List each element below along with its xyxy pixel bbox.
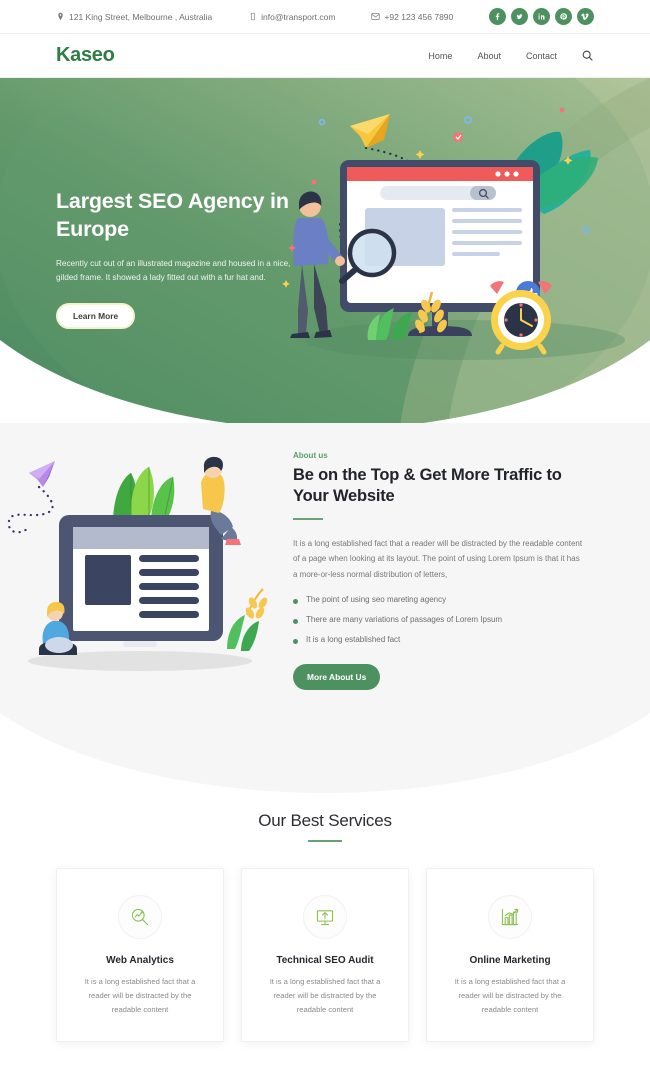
site-header: Kaseo Home About Contact xyxy=(0,34,650,78)
bar-chart-growth-icon xyxy=(488,895,532,939)
hero-title: Largest SEO Agency in Europe xyxy=(56,189,289,241)
about-inner: About us Be on the Top & Get More Traffi… xyxy=(0,423,650,690)
hero-paragraph: Recently cut out of an illustrated magaz… xyxy=(56,259,291,283)
list-item: It is a long established fact xyxy=(293,635,583,644)
top-info-bar: 121 King Street, Melbourne , Australia i… xyxy=(0,0,650,34)
email-text: info@transport.com xyxy=(261,11,336,22)
about-bullet-list: The point of using seo mareting agency T… xyxy=(293,595,583,644)
social-facebook-icon[interactable] xyxy=(489,8,506,25)
service-card-web-analytics[interactable]: Web Analytics It is a long established f… xyxy=(56,868,224,1043)
search-icon[interactable] xyxy=(581,49,594,62)
map-pin-icon xyxy=(56,12,65,21)
list-item: The point of using seo mareting agency xyxy=(293,595,583,604)
service-card-text: It is a long established fact that a rea… xyxy=(454,977,566,1015)
hero-content: Largest SEO Agency in Europe Recently cu… xyxy=(56,188,346,329)
about-title-rule xyxy=(293,517,323,520)
services-section: Our Best Services Web Analytics It is a … xyxy=(0,793,650,1043)
laptop-people-illustration xyxy=(7,456,268,671)
address-text: 121 King Street, Melbourne , Australia xyxy=(69,11,213,22)
social-twitter-icon[interactable] xyxy=(511,8,528,25)
phone-info[interactable]: +92 123 456 7890 xyxy=(371,12,453,22)
list-item: There are many variations of passages of… xyxy=(293,615,583,624)
services-card-list: Web Analytics It is a long established f… xyxy=(0,868,650,1043)
paper-plane-purple xyxy=(29,461,55,487)
services-title-rule xyxy=(308,840,342,842)
social-links xyxy=(489,8,594,25)
main-navigation: Home About Contact xyxy=(428,51,557,61)
email-info[interactable]: info@transport.com xyxy=(248,12,335,22)
service-card-title: Technical SEO Audit xyxy=(276,955,374,966)
social-pinterest-icon[interactable] xyxy=(555,8,572,25)
monitor-upload-icon xyxy=(303,895,347,939)
envelope-icon xyxy=(371,12,381,21)
nav-item-home[interactable]: Home xyxy=(428,51,452,61)
page-root: 121 King Street, Melbourne , Australia i… xyxy=(0,0,650,1086)
service-card-technical-seo-audit[interactable]: Technical SEO Audit It is a long establi… xyxy=(241,868,409,1043)
learn-more-button[interactable]: Learn More xyxy=(56,302,136,329)
nav-item-contact[interactable]: Contact xyxy=(526,51,557,61)
services-title: Our Best Services xyxy=(258,811,392,830)
mobile-icon xyxy=(248,12,257,21)
social-linkedin-icon[interactable] xyxy=(533,8,550,25)
about-section: About us Be on the Top & Get More Traffi… xyxy=(0,423,650,793)
about-eyebrow: About us xyxy=(293,451,328,460)
site-logo[interactable]: Kaseo xyxy=(56,44,115,67)
about-paragraph: It is a long established fact that a rea… xyxy=(293,538,583,580)
paper-plane xyxy=(350,114,390,148)
about-text-block: About us Be on the Top & Get More Traffi… xyxy=(293,451,583,690)
service-card-title: Online Marketing xyxy=(469,955,551,966)
nav-item-about[interactable]: About xyxy=(477,51,501,61)
laptop xyxy=(59,515,223,647)
hero-section: Largest SEO Agency in Europe Recently cu… xyxy=(0,78,650,423)
about-title: Be on the Top & Get More Traffic to Your… xyxy=(293,466,562,506)
plants-right xyxy=(227,588,268,651)
service-card-online-marketing[interactable]: Online Marketing It is a long establishe… xyxy=(426,868,594,1043)
analytics-magnifier-icon xyxy=(118,895,162,939)
service-card-text: It is a long established fact that a rea… xyxy=(84,977,196,1015)
more-about-us-button[interactable]: More About Us xyxy=(293,663,381,690)
service-card-text: It is a long established fact that a rea… xyxy=(269,977,381,1015)
address-info: 121 King Street, Melbourne , Australia xyxy=(56,12,212,22)
phone-text: +92 123 456 7890 xyxy=(384,11,454,22)
service-card-title: Web Analytics xyxy=(106,955,174,966)
social-vimeo-icon[interactable] xyxy=(577,8,594,25)
